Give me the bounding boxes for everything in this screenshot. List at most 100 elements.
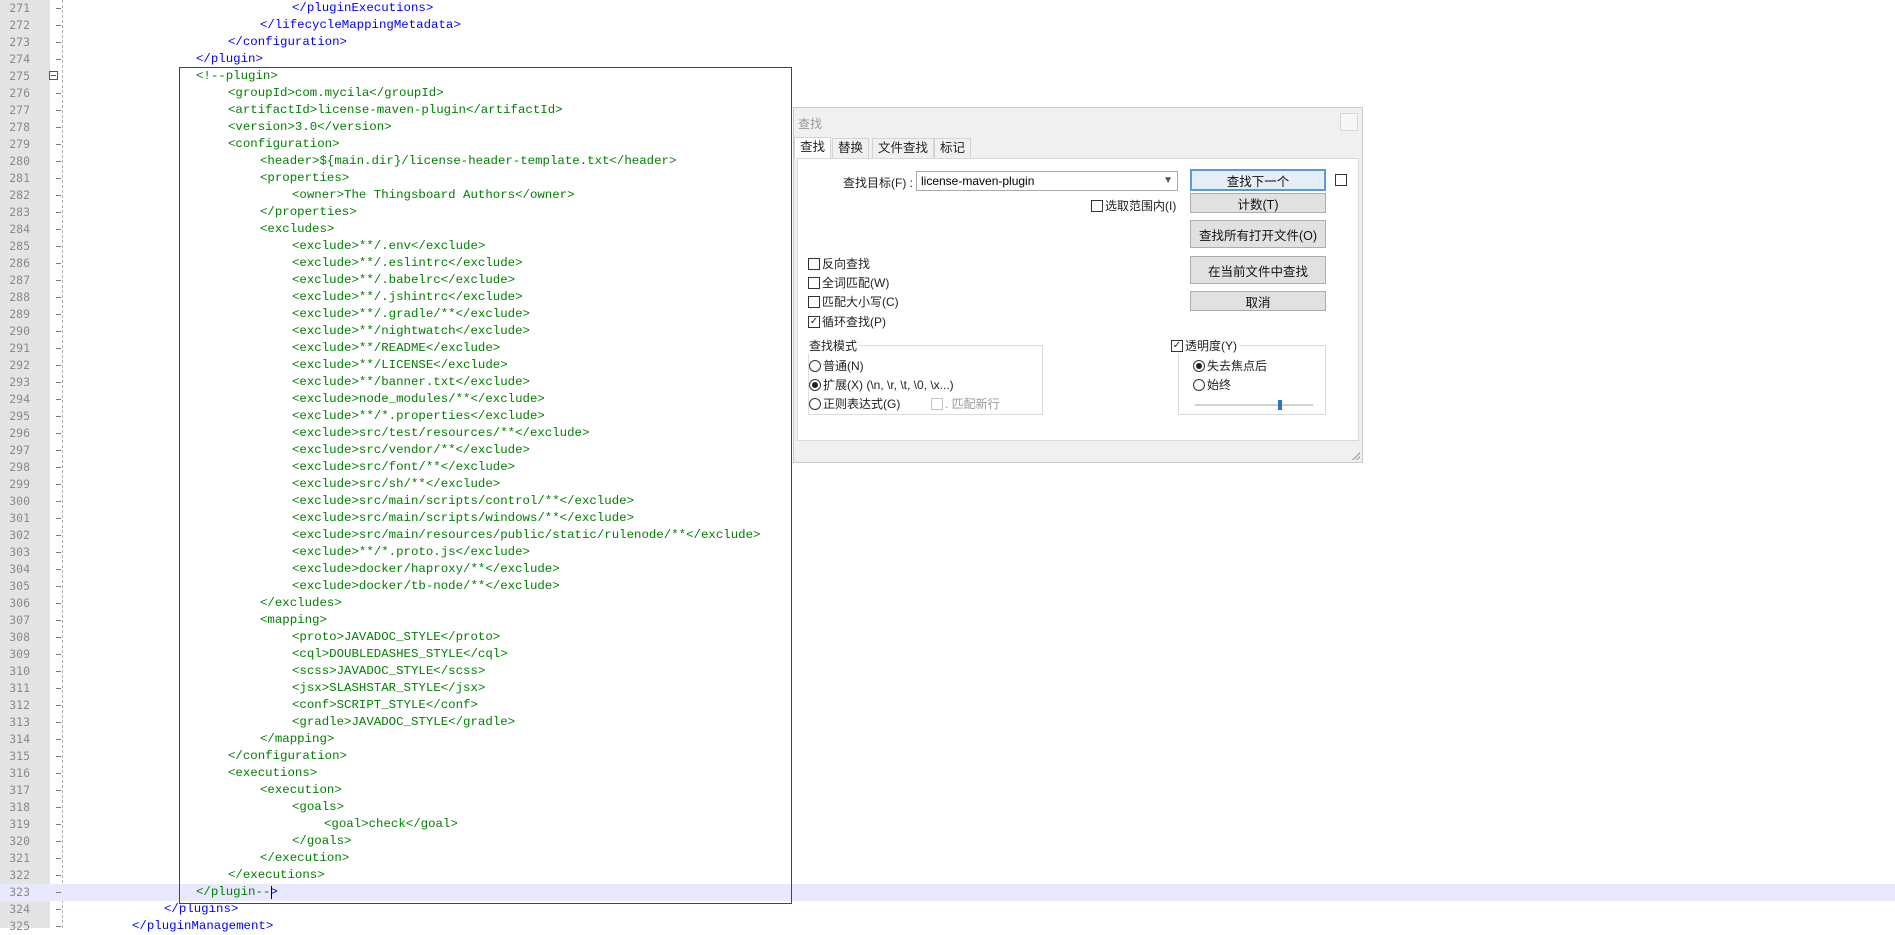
code-line[interactable]: 300 <exclude>src/main/scripts/control/**<… (0, 493, 1895, 510)
code-line[interactable]: 272 </lifecycleMappingMetadata> (0, 17, 1895, 34)
resize-grip-icon[interactable] (1352, 452, 1360, 460)
code-line[interactable]: 310 <scss>JAVADOC_STYLE</scss> (0, 663, 1895, 680)
mode-normal-radio[interactable] (809, 360, 821, 372)
code-line[interactable]: 302 <exclude>src/main/resources/public/st… (0, 527, 1895, 544)
code-text[interactable]: <exclude>**/.babelrc</exclude> (292, 272, 515, 289)
code-text[interactable]: <excludes> (260, 221, 334, 238)
code-text[interactable]: <exclude>**/LICENSE</exclude> (292, 357, 508, 374)
code-text[interactable]: <exclude>**/banner.txt</exclude> (292, 374, 530, 391)
code-line[interactable]: 303 <exclude>**/*.proto.js</exclude> (0, 544, 1895, 561)
backward-option[interactable]: 反向查找 (808, 255, 870, 272)
code-text[interactable]: <exclude>docker/tb-node/**</exclude> (292, 578, 560, 595)
code-line[interactable]: 324 </plugins> (0, 901, 1895, 918)
dot-newline-checkbox[interactable] (931, 398, 943, 410)
tab-find[interactable]: 查找 (794, 137, 832, 159)
code-line[interactable]: 274 </plugin> (0, 51, 1895, 68)
transparency-slider[interactable] (1195, 400, 1313, 410)
lose-focus-option[interactable]: 失去焦点后 (1193, 357, 1267, 374)
dialog-extra-checkbox[interactable] (1335, 174, 1347, 186)
code-text[interactable]: <conf>SCRIPT_STYLE</conf> (292, 697, 478, 714)
code-text[interactable]: <scss>JAVADOC_STYLE</scss> (292, 663, 485, 680)
code-line[interactable]: 307 <mapping> (0, 612, 1895, 629)
code-line[interactable]: 321 </execution> (0, 850, 1895, 867)
chevron-down-icon[interactable]: ▼ (1163, 175, 1173, 186)
close-button[interactable] (1340, 113, 1358, 131)
find-next-button[interactable]: 查找下一个 (1190, 169, 1326, 191)
find-target-input[interactable] (919, 173, 1153, 189)
code-text[interactable]: </pluginManagement> (132, 918, 273, 935)
code-text[interactable]: <execution> (260, 782, 342, 799)
code-line[interactable]: 315 </configuration> (0, 748, 1895, 765)
whole-word-checkbox[interactable] (808, 277, 820, 289)
code-text[interactable]: <exclude>docker/haproxy/**</exclude> (292, 561, 560, 578)
code-line[interactable]: 325 </pluginManagement> (0, 918, 1895, 935)
code-text[interactable]: <header>${main.dir}/license-header-templ… (260, 153, 676, 170)
code-text[interactable]: </pluginExecutions> (292, 0, 433, 17)
code-text[interactable]: <owner>The Thingsboard Authors</owner> (292, 187, 575, 204)
code-text[interactable]: <exclude>src/vendor/**</exclude> (292, 442, 530, 459)
code-line[interactable]: 316 <executions> (0, 765, 1895, 782)
code-text[interactable]: </configuration> (228, 34, 347, 51)
code-line[interactable]: 311 <jsx>SLASHSTAR_STYLE</jsx> (0, 680, 1895, 697)
code-text[interactable]: <proto>JAVADOC_STYLE</proto> (292, 629, 500, 646)
code-line[interactable]: 299 <exclude>src/sh/**</exclude> (0, 476, 1895, 493)
code-text[interactable]: <exclude>**/.jshintrc</exclude> (292, 289, 523, 306)
code-line[interactable]: 317 <execution> (0, 782, 1895, 799)
code-text[interactable]: <goals> (292, 799, 344, 816)
fold-toggle-icon[interactable] (49, 71, 58, 80)
code-text[interactable]: <exclude>node_modules/**</exclude> (292, 391, 545, 408)
match-case-checkbox[interactable] (808, 296, 820, 308)
code-text[interactable]: <properties> (260, 170, 349, 187)
code-text[interactable]: </configuration> (228, 748, 347, 765)
code-line[interactable]: 313 <gradle>JAVADOC_STYLE</gradle> (0, 714, 1895, 731)
code-text[interactable]: <exclude>**/nightwatch</exclude> (292, 323, 530, 340)
code-text[interactable]: <exclude>**/*.proto.js</exclude> (292, 544, 530, 561)
code-text[interactable]: <configuration> (228, 136, 340, 153)
find-in-current-button[interactable]: 在当前文件中查找 (1190, 256, 1326, 284)
mode-regex-option[interactable]: 正则表达式(G) (809, 395, 900, 412)
in-selection-option[interactable]: 选取范围内(I) (1091, 197, 1176, 214)
code-text[interactable]: <exclude>**/.eslintrc</exclude> (292, 255, 523, 272)
code-line[interactable]: 314 </mapping> (0, 731, 1895, 748)
code-text[interactable]: <cql>DOUBLEDASHES_STYLE</cql> (292, 646, 508, 663)
code-line[interactable]: 323 </plugin--> (0, 884, 1895, 901)
code-text[interactable]: <exclude>src/sh/**</exclude> (292, 476, 500, 493)
code-text[interactable]: </plugins> (164, 901, 238, 918)
code-line[interactable]: 276 <groupId>com.mycila</groupId> (0, 85, 1895, 102)
code-line[interactable]: 306 </excludes> (0, 595, 1895, 612)
code-text[interactable]: <exclude>**/.env</exclude> (292, 238, 485, 255)
dot-newline-option[interactable]: . 匹配新行 (931, 395, 1000, 412)
code-text[interactable]: </excludes> (260, 595, 342, 612)
code-text[interactable]: </plugin--> (196, 884, 278, 901)
mode-extended-radio[interactable] (809, 379, 821, 391)
code-text[interactable]: <groupId>com.mycila</groupId> (228, 85, 444, 102)
always-option[interactable]: 始终 (1193, 376, 1231, 393)
code-line[interactable]: 312 <conf>SCRIPT_STYLE</conf> (0, 697, 1895, 714)
code-text[interactable]: <goal>check</goal> (324, 816, 458, 833)
wrap-around-option[interactable]: 循环查找(P) (808, 313, 886, 330)
transparency-checkbox[interactable] (1171, 340, 1183, 352)
code-line[interactable]: 320 </goals> (0, 833, 1895, 850)
code-text[interactable]: <gradle>JAVADOC_STYLE</gradle> (292, 714, 515, 731)
code-text[interactable]: <exclude>src/main/resources/public/stati… (292, 527, 760, 544)
code-line[interactable]: 275 <!--plugin> (0, 68, 1895, 85)
code-text[interactable]: </plugin> (196, 51, 263, 68)
code-text[interactable]: </lifecycleMappingMetadata> (260, 17, 461, 34)
code-text[interactable]: <mapping> (260, 612, 327, 629)
code-text[interactable]: <exclude>src/font/**</exclude> (292, 459, 515, 476)
transparency-title[interactable]: 透明度(Y) (1169, 337, 1239, 354)
mode-extended-option[interactable]: 扩展(X) (\n, \r, \t, \0, \x...) (809, 376, 954, 393)
code-text[interactable]: <exclude>src/main/scripts/control/**</ex… (292, 493, 634, 510)
code-line[interactable]: 319 <goal>check</goal> (0, 816, 1895, 833)
code-text[interactable]: <version>3.0</version> (228, 119, 392, 136)
code-line[interactable]: 318 <goals> (0, 799, 1895, 816)
wrap-around-checkbox[interactable] (808, 316, 820, 328)
code-line[interactable]: 304 <exclude>docker/haproxy/**</exclude> (0, 561, 1895, 578)
code-text[interactable]: </mapping> (260, 731, 334, 748)
tab-mark[interactable]: 标记 (934, 138, 972, 158)
code-text[interactable]: <artifactId>license-maven-plugin</artifa… (228, 102, 563, 119)
backward-checkbox[interactable] (808, 258, 820, 270)
tab-replace[interactable]: 替换 (832, 138, 870, 158)
tab-find-in-files[interactable]: 文件查找 (872, 138, 935, 158)
code-text[interactable]: <jsx>SLASHSTAR_STYLE</jsx> (292, 680, 485, 697)
